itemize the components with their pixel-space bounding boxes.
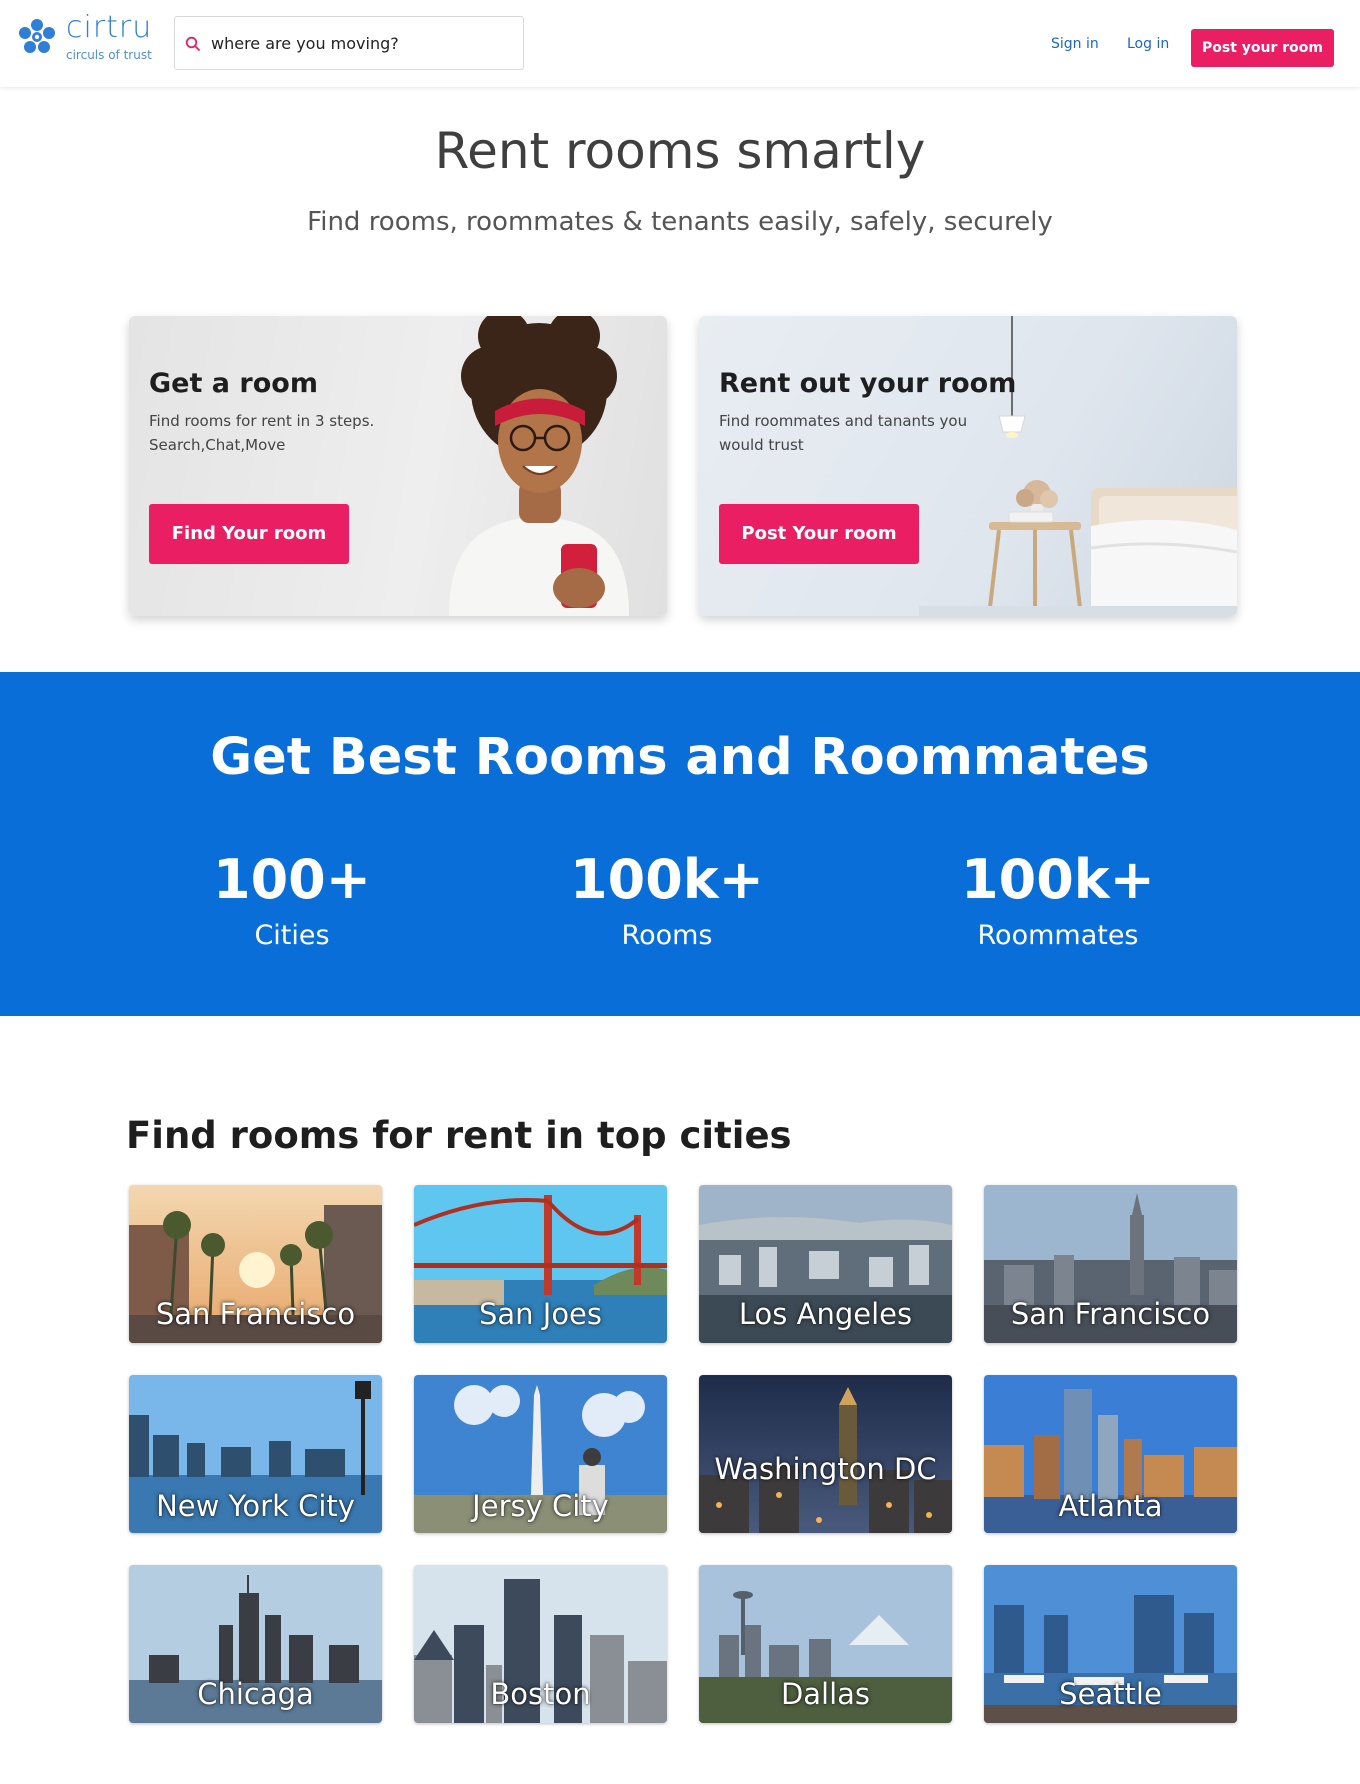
hero-subtitle: Find rooms, roommates & tenants easily, … xyxy=(307,207,1053,237)
get-a-room-text: Find rooms for rent in 3 steps. Search,C… xyxy=(149,412,375,454)
city-name: Chicaga xyxy=(197,1677,314,1711)
logo-mark-icon xyxy=(19,19,55,53)
rent-out-room-card: Rent out your room Find roommates and ta… xyxy=(699,316,1237,616)
get-a-room-card: Get a room Find rooms for rent in 3 step… xyxy=(129,316,667,616)
city-card-dallas[interactable]: Dallas xyxy=(699,1565,952,1723)
top-navbar: cirtru circuls of trust Sign in Log in P… xyxy=(0,0,1360,87)
city-name: Atlanta xyxy=(1058,1489,1163,1523)
sign-in-link[interactable]: Sign in xyxy=(1051,36,1099,52)
stat-value: 100k+ xyxy=(961,848,1155,911)
city-name: Los Angeles xyxy=(738,1297,913,1331)
search-box xyxy=(174,16,524,70)
get-a-room-title: Get a room xyxy=(149,368,318,399)
city-card-jersy-city[interactable]: Jersy City xyxy=(414,1375,667,1533)
stat-value: 100k+ xyxy=(570,848,764,911)
cirtru-logo[interactable]: cirtru circuls of trust xyxy=(16,10,161,66)
stat-label: Cities xyxy=(254,920,330,951)
stat-value: 100+ xyxy=(213,848,371,911)
city-name: New York City xyxy=(156,1489,355,1523)
bedroom-image xyxy=(919,316,1237,616)
logo-name: cirtru xyxy=(66,10,153,45)
city-card-atlanta[interactable]: Atlanta xyxy=(984,1375,1237,1533)
cities-title: Find rooms for rent in top cities xyxy=(126,1114,792,1157)
find-your-room-button[interactable]: Find Your room xyxy=(149,504,349,564)
stat-label: Roommates xyxy=(977,920,1139,951)
city-card-san-francisco-2[interactable]: San Francisco xyxy=(984,1185,1237,1343)
stat-rooms: 100k+ Rooms xyxy=(517,848,817,952)
post-your-room-card-button[interactable]: Post Your room xyxy=(719,504,919,564)
post-your-room-button[interactable]: Post your room xyxy=(1191,29,1334,67)
city-name: Dallas xyxy=(780,1677,871,1711)
stats-title: Get Best Rooms and Roommates xyxy=(210,728,1150,787)
rent-out-text: Find roommates and tanants you would tru… xyxy=(719,412,968,454)
search-input[interactable] xyxy=(211,17,516,69)
city-card-chicaga[interactable]: Chicaga xyxy=(129,1565,382,1723)
city-card-seattle[interactable]: Seattle xyxy=(984,1565,1237,1723)
city-card-washington-dc[interactable]: Washington DC xyxy=(699,1375,952,1533)
woman-with-phone-image xyxy=(449,316,629,616)
stat-roommates: 100k+ Roommates xyxy=(908,848,1208,952)
city-card-san-francisco[interactable]: San Francisco xyxy=(129,1185,382,1343)
hero-title: Rent rooms smartly xyxy=(434,122,926,180)
city-card-san-joes[interactable]: San Joes xyxy=(414,1185,667,1343)
city-name: Boston xyxy=(490,1677,591,1711)
city-name: Seattle xyxy=(1059,1677,1162,1711)
city-name: San Francisco xyxy=(1010,1297,1211,1331)
city-card-boston[interactable]: Boston xyxy=(414,1565,667,1723)
stat-label: Rooms xyxy=(621,920,713,951)
search-icon xyxy=(185,36,200,51)
city-card-los-angeles[interactable]: Los Angeles xyxy=(699,1185,952,1343)
stat-cities: 100+ Cities xyxy=(142,848,442,952)
city-name: San Joes xyxy=(478,1297,603,1331)
logo-tagline: circuls of trust xyxy=(66,48,152,62)
rent-out-title: Rent out your room xyxy=(719,368,1017,399)
city-name: Jersy City xyxy=(472,1489,609,1523)
city-card-new-york-city[interactable]: New York City xyxy=(129,1375,382,1533)
city-name: Washington DC xyxy=(714,1452,937,1486)
log-in-link[interactable]: Log in xyxy=(1127,36,1169,52)
city-name: San Francisco xyxy=(155,1297,356,1331)
stats-band: Get Best Rooms and Roommates 100+ Cities… xyxy=(0,672,1360,1016)
